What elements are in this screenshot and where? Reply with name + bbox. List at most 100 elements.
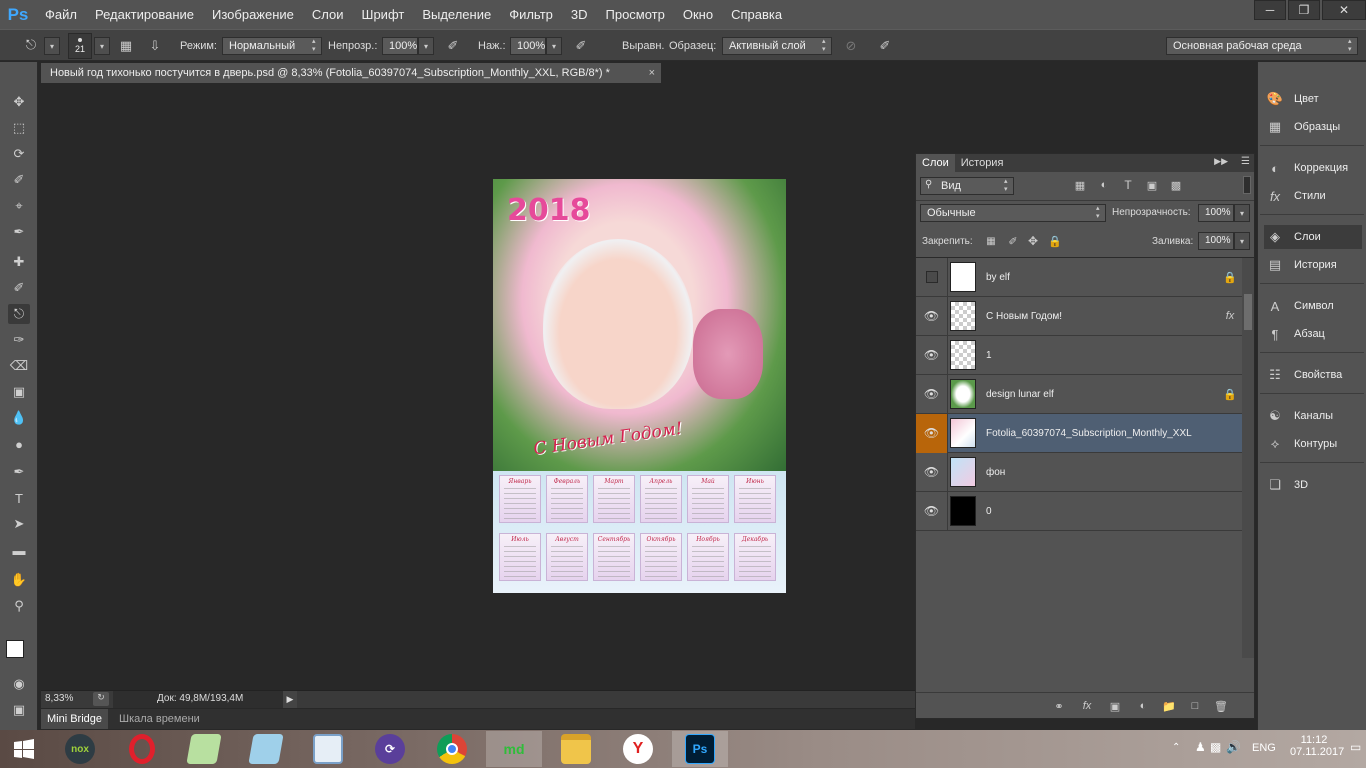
new-adjustment-icon[interactable]: ◐: [1134, 697, 1152, 715]
taskbar-monitor-icon[interactable]: [300, 731, 356, 767]
dock-paths[interactable]: ⟡ Контуры: [1264, 432, 1362, 456]
notifications-icon[interactable]: ▭: [1350, 740, 1361, 754]
menu-filter[interactable]: Фильтр: [500, 0, 562, 29]
tray-chevron-icon[interactable]: ⌃: [1172, 742, 1180, 753]
opacity-input[interactable]: 100%: [382, 37, 418, 55]
dodge-tool-icon[interactable]: ●: [8, 434, 30, 454]
add-style-icon[interactable]: fx: [1078, 697, 1096, 715]
dock-history[interactable]: ▤ История: [1264, 253, 1362, 277]
quick-mask-icon[interactable]: ◉: [8, 674, 30, 694]
layer-visibility-box[interactable]: [916, 257, 948, 297]
new-group-icon[interactable]: 📁: [1160, 697, 1178, 715]
foreground-color-swatch[interactable]: [6, 640, 24, 658]
zoom-level[interactable]: 8,33%: [45, 693, 85, 704]
taskbar-notepad-icon[interactable]: [176, 731, 232, 767]
menu-window[interactable]: Окно: [674, 0, 722, 29]
close-window-icon[interactable]: ✕: [1322, 0, 1366, 20]
document-canvas[interactable]: 2018 С Новым Годом! Январь Февраль Март …: [493, 179, 786, 593]
type-tool-icon[interactable]: T: [8, 488, 30, 508]
delete-layer-icon[interactable]: 🗑: [1212, 697, 1230, 715]
document-tab[interactable]: Новый год тихонько постучится в дверь.ps…: [41, 63, 661, 83]
status-menu-arrow-icon[interactable]: ▶: [283, 691, 297, 708]
eye-icon[interactable]: 👁: [916, 413, 948, 453]
layer-row[interactable]: 👁 0: [916, 491, 1242, 531]
filter-smart-object-icon[interactable]: ▩: [1167, 176, 1185, 194]
layer-opacity-input[interactable]: 100%: [1198, 204, 1234, 222]
filter-toggle[interactable]: [1243, 176, 1251, 194]
panel-menu-icon[interactable]: ☰: [1241, 156, 1250, 167]
taskbar-opera-icon[interactable]: [114, 731, 170, 767]
sample-select[interactable]: Активный слой: [722, 37, 832, 55]
lock-transparent-icon[interactable]: ▦: [982, 232, 1000, 250]
fill-input[interactable]: 100%: [1198, 232, 1234, 250]
eye-icon[interactable]: 👁: [916, 452, 948, 492]
healing-brush-tool-icon[interactable]: ✚: [8, 252, 30, 272]
brush-panel-icon[interactable]: ▦: [117, 37, 135, 55]
collapse-panel-icon[interactable]: ▶▶: [1214, 156, 1228, 167]
menu-select[interactable]: Выделение: [413, 0, 500, 29]
menu-help[interactable]: Справка: [722, 0, 791, 29]
tray-clock[interactable]: 11:12 07.11.2017: [1290, 734, 1344, 758]
filter-shape-icon[interactable]: ▣: [1143, 176, 1161, 194]
clone-stamp-tool-icon[interactable]: ⎋: [22, 36, 40, 54]
gradient-tool-icon[interactable]: ▣: [8, 382, 30, 402]
move-tool-icon[interactable]: ✥: [8, 92, 30, 112]
lock-image-icon[interactable]: ✐: [1004, 232, 1022, 250]
dock-adjustments[interactable]: ◐ Коррекция: [1264, 156, 1362, 180]
hand-tool-icon[interactable]: ✋: [8, 570, 30, 590]
fx-badge[interactable]: fx: [1218, 310, 1242, 322]
menu-edit[interactable]: Редактирование: [86, 0, 203, 29]
history-brush-tool-icon[interactable]: ✑: [8, 330, 30, 350]
taskbar-explorer-icon[interactable]: [548, 731, 604, 767]
taskbar-yandex-icon[interactable]: Y: [610, 731, 666, 767]
layer-row[interactable]: 👁 design lunar elf 🔒: [916, 374, 1242, 414]
airbrush-icon[interactable]: ✐: [572, 37, 590, 55]
layer-row[interactable]: by elf 🔒: [916, 257, 1242, 297]
dock-3d[interactable]: ❏ 3D: [1264, 473, 1362, 497]
pressure-size-icon[interactable]: ✐: [876, 37, 894, 55]
tray-volume-icon[interactable]: 🔊: [1226, 740, 1241, 754]
mode-select[interactable]: Нормальный: [222, 37, 322, 55]
minimize-icon[interactable]: ─: [1254, 0, 1286, 20]
blend-mode-select[interactable]: Обычные: [920, 204, 1106, 222]
workspace-select[interactable]: Основная рабочая среда: [1166, 37, 1358, 55]
link-layers-icon[interactable]: ⚭: [1050, 697, 1068, 715]
dock-swatches[interactable]: ▦ Образцы: [1264, 115, 1362, 139]
eraser-tool-icon[interactable]: ⌫: [8, 356, 30, 376]
new-layer-icon[interactable]: □: [1186, 697, 1204, 715]
dock-channels[interactable]: ☯ Каналы: [1264, 404, 1362, 428]
menu-file[interactable]: Файл: [36, 0, 86, 29]
dock-styles[interactable]: fx Стили: [1264, 184, 1362, 208]
share-icon[interactable]: ↻: [93, 692, 109, 706]
layer-row-selected[interactable]: 👁 Fotolia_60397074_Subscription_Monthly_…: [916, 413, 1242, 453]
pressure-dropdown[interactable]: ▾: [546, 37, 562, 55]
tray-user-icon[interactable]: ♟: [1195, 740, 1206, 754]
dock-layers[interactable]: ◈ Слои: [1264, 225, 1362, 249]
menu-view[interactable]: Просмотр: [597, 0, 674, 29]
marquee-tool-icon[interactable]: ⬚: [8, 118, 30, 138]
lock-position-icon[interactable]: ✥: [1024, 232, 1042, 250]
fill-dropdown[interactable]: ▾: [1234, 232, 1250, 250]
menu-3d[interactable]: 3D: [562, 0, 597, 29]
ignore-adjustments-icon[interactable]: ⊘: [842, 37, 860, 55]
tab-layers[interactable]: Слои: [916, 154, 955, 172]
layer-row[interactable]: 👁 фон: [916, 452, 1242, 492]
opacity-dropdown[interactable]: ▾: [418, 37, 434, 55]
path-select-tool-icon[interactable]: ➤: [8, 514, 30, 534]
pen-tool-icon[interactable]: ✒: [8, 462, 30, 482]
filter-pixel-icon[interactable]: ▦: [1071, 176, 1089, 194]
dock-paragraph[interactable]: ¶ Абзац: [1264, 322, 1362, 346]
quick-select-tool-icon[interactable]: ✐: [8, 170, 30, 190]
dock-character[interactable]: A Символ: [1264, 294, 1362, 318]
lock-all-icon[interactable]: 🔒: [1046, 232, 1064, 250]
crop-tool-icon[interactable]: ⌖: [8, 196, 30, 216]
brush-picker-dropdown[interactable]: ▾: [94, 37, 110, 55]
tool-preset-dropdown[interactable]: ▾: [44, 37, 60, 55]
dock-color[interactable]: 🎨 Цвет: [1264, 87, 1362, 111]
menu-type[interactable]: Шрифт: [353, 0, 414, 29]
scrollbar-thumb[interactable]: [1244, 294, 1252, 330]
layer-filter-select[interactable]: Вид: [920, 177, 1014, 195]
clone-stamp-tool-icon[interactable]: ⎋: [8, 304, 30, 324]
eye-icon[interactable]: 👁: [916, 491, 948, 531]
menu-layers[interactable]: Слои: [303, 0, 353, 29]
